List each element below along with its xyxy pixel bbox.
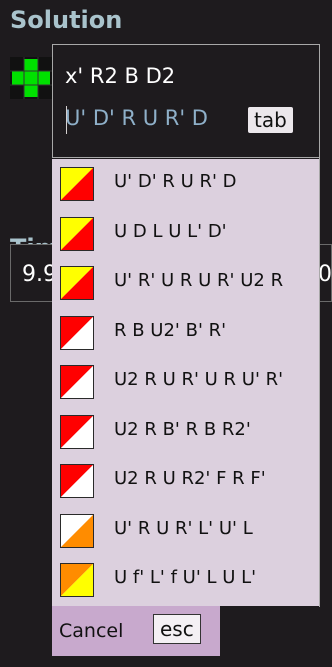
suggestion-label: U2 R U R2' F R F' <box>114 468 266 489</box>
tab-key-hint: tab <box>248 107 293 133</box>
case-diagram-icon <box>60 464 94 498</box>
suggestion-label: U f' L' f U' L U L' <box>114 567 257 588</box>
scramble-text: x' R2 B D2 <box>65 64 176 88</box>
solution-heading: Solution <box>10 6 123 34</box>
case-diagram-icon <box>60 365 94 399</box>
text-caret <box>66 106 67 134</box>
suggestion-label: R B U2' B' R' <box>114 319 227 341</box>
case-diagram-icon <box>60 216 94 251</box>
case-diagram-icon <box>60 513 94 548</box>
suggestion-item[interactable]: U2 R U R' U R U' R' <box>52 357 320 405</box>
suggestion-item[interactable]: U2 R B' R B R2' <box>52 407 320 455</box>
suggestion-label: U2 R B' R B R2' <box>114 418 251 440</box>
suggestion-item[interactable]: R B U2' B' R' <box>52 308 320 356</box>
plus-icon[interactable] <box>10 57 52 99</box>
suggestion-item[interactable]: U D L U L' D' <box>52 209 320 257</box>
suggestion-list: U' D' R U R' D U D L U L' D' U' R' U R U R… <box>52 159 320 606</box>
suggestion-item[interactable]: U' R U R' L' U' L <box>52 506 320 554</box>
suggestion-label: U' R U R' L' U' L <box>114 517 253 539</box>
suggestion-item[interactable]: U2 R U R2' F R F' <box>52 456 320 504</box>
suggestion-label: U2 R U R' U R U' R' <box>114 369 284 390</box>
suggestion-label: U D L U L' D' <box>114 220 227 242</box>
case-diagram-icon <box>60 563 94 597</box>
suggestion-label: U' D' R U R' D <box>114 171 237 192</box>
solution-input[interactable]: U' D' R U R' D <box>65 106 208 130</box>
cancel-label: Cancel <box>59 620 124 642</box>
time-value-secondary: 0. <box>318 262 332 287</box>
case-diagram-icon <box>60 315 94 350</box>
suggestion-label: U' R' U R U R' U2 R <box>114 270 284 291</box>
suggestion-item[interactable]: U' D' R U R' D <box>52 159 320 207</box>
suggestion-item[interactable]: U' R' U R U R' U2 R <box>52 258 320 306</box>
case-diagram-icon <box>60 414 94 449</box>
esc-key-hint: esc <box>153 614 201 644</box>
case-diagram-icon <box>60 167 94 201</box>
suggestion-item[interactable]: U f' L' f U' L U L' <box>52 555 320 603</box>
solution-input-panel <box>52 44 320 158</box>
cancel-button[interactable]: Cancel esc <box>52 606 220 656</box>
case-diagram-icon <box>60 266 94 300</box>
